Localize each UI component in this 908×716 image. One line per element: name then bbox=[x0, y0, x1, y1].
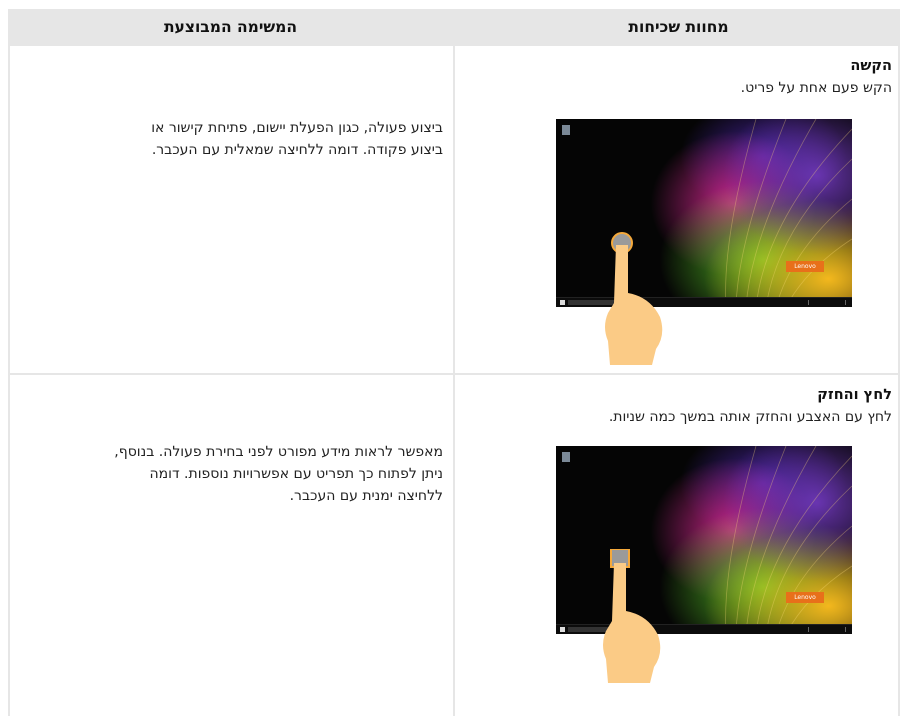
start-icon bbox=[560, 627, 565, 632]
table-right-border bbox=[898, 46, 900, 716]
lenovo-logo: Lenovo bbox=[786, 592, 824, 603]
table-left-border bbox=[8, 46, 10, 716]
task-line: ביצוע פקודה. דומה ללחיצה שמאלית עם העכבר… bbox=[151, 142, 443, 158]
task-line: ללחיצה ימנית עם העכבר. bbox=[289, 488, 443, 504]
tap-hand-icon bbox=[605, 232, 663, 365]
column-divider bbox=[453, 46, 455, 716]
table-header: מחוות שכיחות המשימה המבוצעת bbox=[8, 9, 900, 46]
gesture-title-tap: הקשה bbox=[850, 58, 892, 74]
system-tray bbox=[808, 627, 846, 632]
header-task: המשימה המבוצעת bbox=[163, 18, 298, 36]
gesture-title-press-hold: לחץ והחזק bbox=[817, 387, 892, 403]
gesture-desc-press-hold: לחץ עם האצבע והחזק אותה במשך כמה שניות. bbox=[608, 409, 892, 425]
row-divider bbox=[8, 373, 900, 375]
press-hold-hand-icon bbox=[603, 549, 661, 683]
task-line: מאפשר לראות מידע מפורט לפני בחירת פעולה.… bbox=[114, 444, 443, 460]
task-desc-tap: ביצוע פעולה, כגון הפעלת יישום, פתיחת קיש… bbox=[43, 117, 443, 161]
task-desc-press-hold: מאפשר לראות מידע מפורט לפני בחירת פעולה.… bbox=[43, 441, 443, 507]
header-gestures: מחוות שכיחות bbox=[628, 18, 729, 36]
start-icon bbox=[560, 300, 565, 305]
gesture-desc-tap: הקש פעם אחת על פריט. bbox=[740, 80, 892, 96]
lenovo-logo: Lenovo bbox=[786, 261, 824, 272]
task-line: ביצוע פעולה, כגון הפעלת יישום, פתיחת קיש… bbox=[151, 120, 443, 136]
gestures-table: מחוות שכיחות המשימה המבוצעת הקשה הקש פעם… bbox=[8, 9, 900, 716]
recycle-bin-icon bbox=[562, 452, 570, 462]
system-tray bbox=[808, 300, 846, 305]
recycle-bin-icon bbox=[562, 125, 570, 135]
task-line: ניתן לפתוח כך תפריט עם אפשרויות נוספות. … bbox=[149, 466, 443, 482]
